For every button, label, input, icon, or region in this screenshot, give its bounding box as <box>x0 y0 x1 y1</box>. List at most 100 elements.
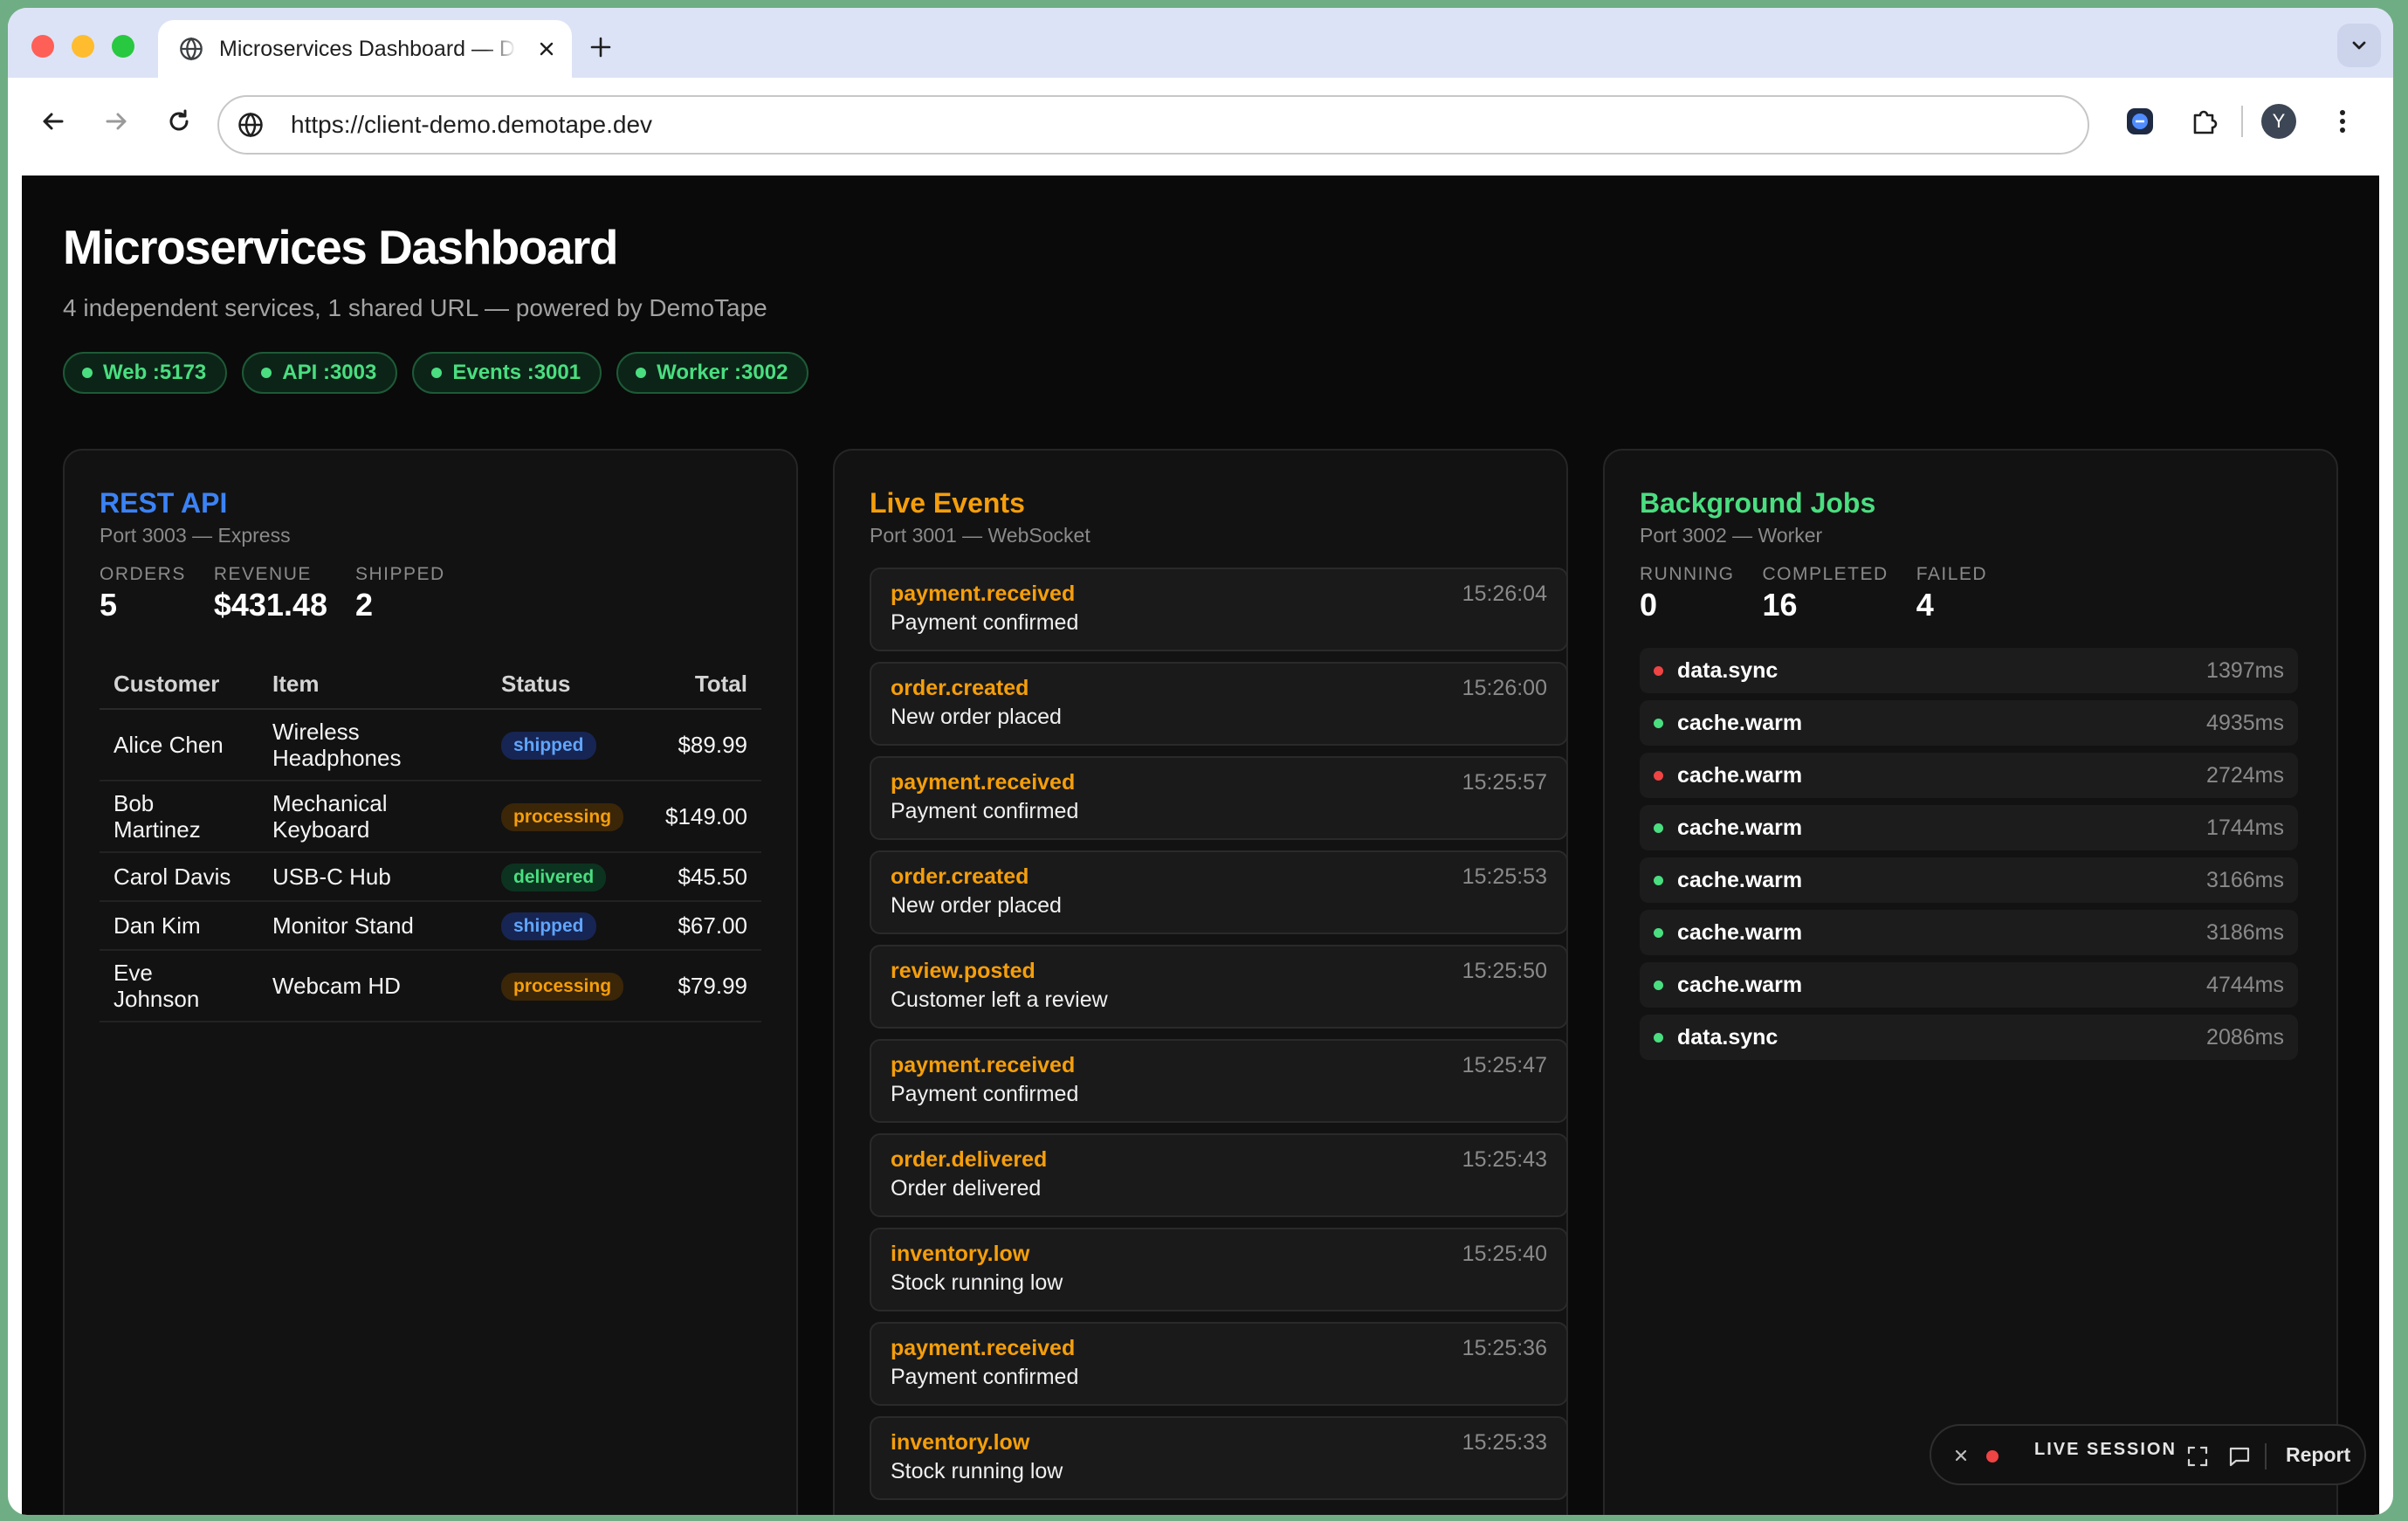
back-button[interactable] <box>36 104 71 139</box>
chevron-down-icon <box>2352 41 2366 50</box>
job-status-dot <box>1654 927 1663 938</box>
tab-search-button[interactable] <box>2337 24 2381 67</box>
total-cell: $67.00 <box>648 901 761 951</box>
event-description: Payment confirmed <box>891 610 1079 635</box>
profile-button[interactable]: Y <box>2260 102 2298 141</box>
job-name: data.sync <box>1677 657 1778 683</box>
stat-completed: COMPLETED 16 <box>1763 564 1889 623</box>
table-row: Alice Chen Wireless Headphones shipped $… <box>100 709 761 781</box>
panel-subtitle: Port 3003 — Express <box>100 524 291 547</box>
column-header: Status <box>487 660 648 710</box>
status-cell: delivered <box>487 852 648 902</box>
job-name: cache.warm <box>1677 710 1803 735</box>
event-time: 15:26:04 <box>1462 582 1547 606</box>
event-card: inventory.low Stock running low 15:25:33 <box>870 1416 1568 1500</box>
job-duration: 3186ms <box>2206 919 2284 945</box>
close-window-button[interactable] <box>31 35 54 58</box>
panel-subtitle: Port 3002 — Worker <box>1640 524 1823 547</box>
event-time: 15:25:36 <box>1462 1336 1547 1360</box>
event-name: payment.received <box>891 1053 1076 1077</box>
extensions-button[interactable] <box>2185 102 2224 141</box>
site-info-icon[interactable] <box>235 109 266 141</box>
status-badge: delivered <box>501 864 607 891</box>
stat-failed: FAILED 4 <box>1916 564 1987 623</box>
service-pill-web: Web :5173 <box>63 352 228 394</box>
job-status-dot <box>1654 875 1663 885</box>
table-row: Dan Kim Monitor Stand shipped $67.00 <box>100 901 761 951</box>
browser-menu-button[interactable] <box>2323 102 2362 141</box>
stat-running: RUNNING 0 <box>1640 564 1735 623</box>
job-row: cache.warm 1744ms <box>1640 805 2298 850</box>
panel-title: Live Events <box>870 487 1025 519</box>
status-badge: processing <box>501 803 624 831</box>
table-header-row: Customer Item Status Total <box>100 660 761 710</box>
event-description: Customer left a review <box>891 988 1108 1012</box>
fullscreen-icon[interactable] <box>2184 1443 2211 1469</box>
event-name: review.posted <box>891 959 1035 983</box>
browser-window: Microservices Dashboard — DemoTape <box>8 8 2393 1515</box>
customer-cell: Dan Kim <box>100 901 258 951</box>
minimize-window-button[interactable] <box>72 35 94 58</box>
table-row: Eve Johnson Webcam HD processing $79.99 <box>100 950 761 1022</box>
browser-tab-active[interactable]: Microservices Dashboard — DemoTape <box>158 20 572 78</box>
stat-value: $431.48 <box>213 587 327 623</box>
maximize-window-button[interactable] <box>112 35 134 58</box>
event-name: payment.received <box>891 770 1076 795</box>
more-vertical-icon <box>2340 110 2345 133</box>
customer-cell: Bob Martinez <box>100 781 258 853</box>
service-pill-events: Events :3001 <box>412 352 602 394</box>
service-pills: Web :5173 API :3003 Events :3001 Worker … <box>63 352 809 394</box>
event-time: 15:25:53 <box>1462 864 1547 889</box>
event-description: New order placed <box>891 893 1062 918</box>
background-jobs-panel: Background Jobs Port 3002 — Worker RUNNI… <box>1603 449 2338 1515</box>
forward-button[interactable] <box>99 104 134 139</box>
event-card: order.delivered Order delivered 15:25:43 <box>870 1133 1568 1217</box>
event-name: order.created <box>891 676 1029 700</box>
event-description: New order placed <box>891 705 1062 729</box>
close-icon[interactable] <box>1950 1445 1971 1466</box>
event-description: Payment confirmed <box>891 1365 1079 1389</box>
arrow-left-icon <box>43 113 64 130</box>
table-row: Bob Martinez Mechanical Keyboard process… <box>100 781 761 853</box>
event-description: Stock running low <box>891 1270 1063 1295</box>
orders-table: Customer Item Status Total Alice Chen Wi… <box>100 660 761 1022</box>
reload-button[interactable] <box>162 104 196 139</box>
address-bar[interactable]: https://client-demo.demotape.dev <box>217 95 2089 155</box>
browser-toolbar: https://client-demo.demotape.dev Y <box>8 78 2393 167</box>
event-description: Order delivered <box>891 1176 1042 1201</box>
event-card: order.created New order placed 15:26:00 <box>870 662 1568 746</box>
new-tab-button[interactable] <box>588 34 614 60</box>
status-dot <box>82 368 93 378</box>
event-description: Payment confirmed <box>891 799 1079 823</box>
job-row: cache.warm 4935ms <box>1640 700 2298 746</box>
event-name: payment.received <box>891 1336 1076 1360</box>
item-cell: Wireless Headphones <box>258 709 487 781</box>
status-dot <box>261 368 272 378</box>
page-subtitle: 4 independent services, 1 shared URL — p… <box>63 294 767 321</box>
extension-button[interactable] <box>2121 102 2159 141</box>
stat-value: 4 <box>1916 587 1934 623</box>
job-name: cache.warm <box>1677 867 1803 892</box>
close-icon[interactable] <box>533 36 560 62</box>
event-card: payment.received Payment confirmed 15:25… <box>870 1039 1568 1123</box>
tab-strip: Microservices Dashboard — DemoTape <box>8 8 2393 78</box>
toolbar-divider <box>2241 106 2243 137</box>
comment-icon[interactable] <box>2226 1443 2253 1469</box>
job-row: cache.warm 4744ms <box>1640 962 2298 1008</box>
item-cell: Mechanical Keyboard <box>258 781 487 853</box>
job-duration: 1397ms <box>2206 657 2284 683</box>
job-duration: 2086ms <box>2206 1024 2284 1050</box>
stat-label: ORDERS <box>100 564 186 584</box>
event-name: order.delivered <box>891 1147 1048 1172</box>
status-cell: shipped <box>487 901 648 951</box>
service-pill-label: Web :5173 <box>103 361 207 384</box>
report-button[interactable]: Report <box>2286 1443 2350 1467</box>
job-row: cache.warm 2724ms <box>1640 753 2298 798</box>
total-cell: $89.99 <box>648 709 761 781</box>
column-header: Customer <box>100 660 258 710</box>
page-title: Microservices Dashboard <box>63 220 618 274</box>
service-pill-worker: Worker :3002 <box>616 352 809 394</box>
event-card: payment.received Payment confirmed 15:25… <box>870 1322 1568 1406</box>
job-status-dot <box>1654 822 1663 833</box>
event-list: payment.received Payment confirmed 15:26… <box>870 568 1568 1511</box>
